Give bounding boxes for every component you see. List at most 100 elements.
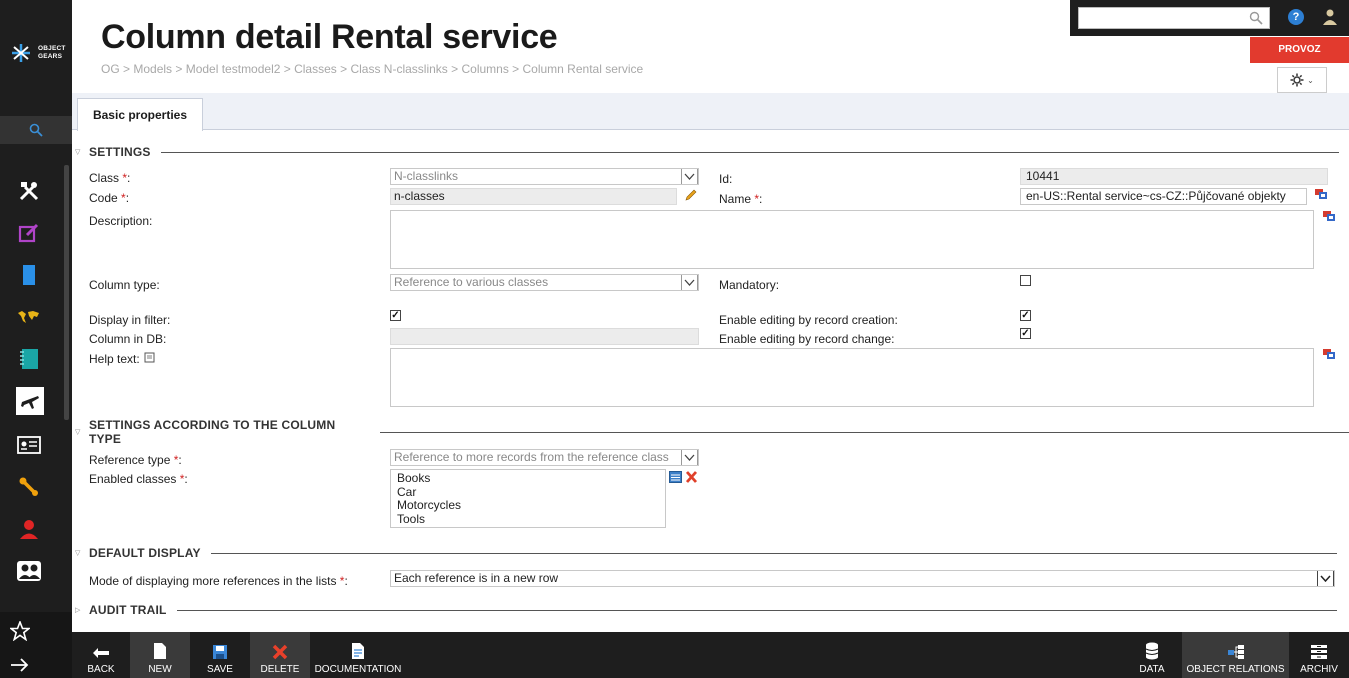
- help-icon[interactable]: ?: [1288, 9, 1304, 25]
- page-title: Column detail Rental service: [101, 18, 558, 56]
- tab-basic-properties[interactable]: Basic properties: [77, 98, 203, 131]
- archive-icon: [1311, 645, 1327, 659]
- sidebar-item-user[interactable]: [14, 514, 44, 544]
- enable-edit-creation-checkbox[interactable]: ✓: [1020, 310, 1031, 321]
- section-column-type-settings[interactable]: ▽ SETTINGS ACCORDING TO THE COLUMN TYPE: [75, 418, 1349, 446]
- save-button[interactable]: SAVE: [190, 632, 250, 678]
- clear-classes-icon[interactable]: [685, 471, 698, 483]
- list-item[interactable]: Books: [397, 471, 659, 486]
- sidebar-search-button[interactable]: [0, 116, 72, 144]
- enabled-classes-list[interactable]: Books Car Motorcycles Tools: [390, 469, 666, 528]
- sidebar-item-flights[interactable]: [16, 387, 44, 415]
- translation-flag-icon[interactable]: [1323, 211, 1335, 221]
- sidebar-item-map[interactable]: [14, 302, 44, 332]
- object-relations-button[interactable]: OBJECT RELATIONS: [1182, 632, 1289, 678]
- back-button[interactable]: BACK: [72, 632, 130, 678]
- id-card-icon: [17, 436, 41, 454]
- help-text-textarea[interactable]: [390, 348, 1314, 407]
- section-title: AUDIT TRAIL: [89, 603, 167, 617]
- chevron-down-icon[interactable]: [1317, 571, 1334, 586]
- class-label: Class *:: [89, 171, 131, 185]
- mandatory-checkbox[interactable]: [1020, 275, 1031, 286]
- edit-icon: [18, 223, 39, 243]
- chevron-down-icon[interactable]: [681, 275, 698, 290]
- notebook-icon: [20, 349, 38, 369]
- list-item[interactable]: Tools: [397, 512, 659, 527]
- name-field[interactable]: en-US::Rental service~cs-CZ::Půjčované o…: [1020, 188, 1307, 205]
- enable-edit-creation-label: Enable editing by record creation:: [719, 313, 898, 327]
- display-mode-label: Mode of displaying more references in th…: [89, 574, 348, 588]
- section-default-display[interactable]: ▽ DEFAULT DISPLAY: [75, 546, 1337, 560]
- mandatory-label: Mandatory:: [719, 278, 780, 292]
- expand-triangle-icon[interactable]: ▷: [75, 606, 89, 614]
- column-type-label: Column type:: [89, 278, 160, 292]
- reference-type-select[interactable]: Reference to more records from the refer…: [390, 449, 699, 466]
- search-icon[interactable]: [1249, 11, 1263, 25]
- display-in-filter-checkbox[interactable]: ✓: [390, 310, 401, 321]
- column-in-db-label: Column in DB:: [89, 332, 167, 346]
- help-text-label: Help text:: [89, 352, 155, 366]
- column-type-select[interactable]: Reference to various classes: [390, 274, 699, 291]
- expand-sidebar-button[interactable]: [5, 650, 35, 678]
- breadcrumb[interactable]: OG > Models > Model testmodel2 > Classes…: [101, 62, 643, 76]
- section-settings[interactable]: ▽ SETTINGS: [75, 145, 1339, 159]
- translation-flag-icon[interactable]: [1315, 189, 1327, 199]
- chevron-down-icon[interactable]: [681, 169, 698, 184]
- description-textarea[interactable]: [390, 210, 1314, 269]
- list-item[interactable]: Motorcycles: [397, 498, 659, 513]
- select-classes-icon[interactable]: [669, 471, 682, 483]
- collapse-triangle-icon[interactable]: ▽: [75, 148, 89, 156]
- delete-button[interactable]: DELETE: [250, 632, 310, 678]
- chevron-down-icon[interactable]: [681, 450, 698, 465]
- favorites-button[interactable]: [5, 616, 35, 646]
- user-profile-icon[interactable]: [1322, 8, 1338, 26]
- sidebar-item-tools[interactable]: [14, 176, 44, 206]
- help-text-edit-icon[interactable]: [143, 352, 155, 364]
- data-button[interactable]: DATA: [1124, 632, 1180, 678]
- pencil-icon[interactable]: [684, 188, 698, 202]
- enable-edit-change-checkbox[interactable]: ✓: [1020, 328, 1031, 339]
- new-button[interactable]: NEW: [130, 632, 190, 678]
- class-select[interactable]: N-classlinks: [390, 168, 699, 185]
- search-input[interactable]: [1079, 8, 1239, 28]
- section-title: DEFAULT DISPLAY: [89, 546, 201, 560]
- section-title: SETTINGS: [89, 145, 151, 159]
- new-label: NEW: [148, 664, 172, 675]
- documentation-icon: [352, 643, 364, 659]
- sidebar-scrollbar[interactable]: [64, 165, 69, 420]
- display-mode-select[interactable]: Each reference is in a new row: [390, 570, 1335, 587]
- users-icon: [17, 561, 41, 581]
- name-label: Name *:: [719, 192, 763, 206]
- new-document-icon: [154, 643, 166, 659]
- search-icon: [29, 123, 43, 137]
- archiv-button[interactable]: ARCHIV: [1291, 632, 1347, 678]
- list-item[interactable]: Car: [397, 485, 659, 500]
- divider: [210, 552, 1337, 554]
- translation-flag-icon[interactable]: [1323, 349, 1335, 359]
- code-label: Code *:: [89, 191, 130, 205]
- top-bar: ?: [1070, 0, 1349, 36]
- settings-dropdown-button[interactable]: ⌄: [1277, 67, 1327, 93]
- collapse-triangle-icon[interactable]: ▽: [75, 428, 89, 436]
- sidebar-item-users[interactable]: [14, 556, 44, 586]
- display-in-filter-label: Display in filter:: [89, 313, 171, 327]
- documentation-button[interactable]: DOCUMENTATION: [310, 632, 406, 678]
- sidebar-item-contacts[interactable]: [14, 430, 44, 460]
- sidebar-item-notebook[interactable]: [14, 344, 44, 374]
- section-audit-trail[interactable]: ▷ AUDIT TRAIL: [75, 603, 1337, 617]
- column-type-value: Reference to various classes: [394, 275, 549, 289]
- divider: [176, 609, 1337, 611]
- sidebar-item-book[interactable]: [14, 260, 44, 290]
- delete-label: DELETE: [260, 664, 300, 675]
- save-label: SAVE: [207, 664, 233, 675]
- sidebar-item-wrench[interactable]: [14, 472, 44, 502]
- description-label: Description:: [89, 214, 153, 228]
- column-in-db-field: [390, 328, 699, 345]
- sidebar-item-edit[interactable]: [14, 218, 44, 248]
- collapse-triangle-icon[interactable]: ▽: [75, 549, 89, 557]
- global-search[interactable]: [1078, 7, 1270, 29]
- save-icon: [213, 645, 227, 659]
- divider: [380, 431, 1349, 433]
- object-gears-logo[interactable]: OBJECT GEARS: [8, 40, 68, 66]
- database-icon: [1145, 642, 1159, 660]
